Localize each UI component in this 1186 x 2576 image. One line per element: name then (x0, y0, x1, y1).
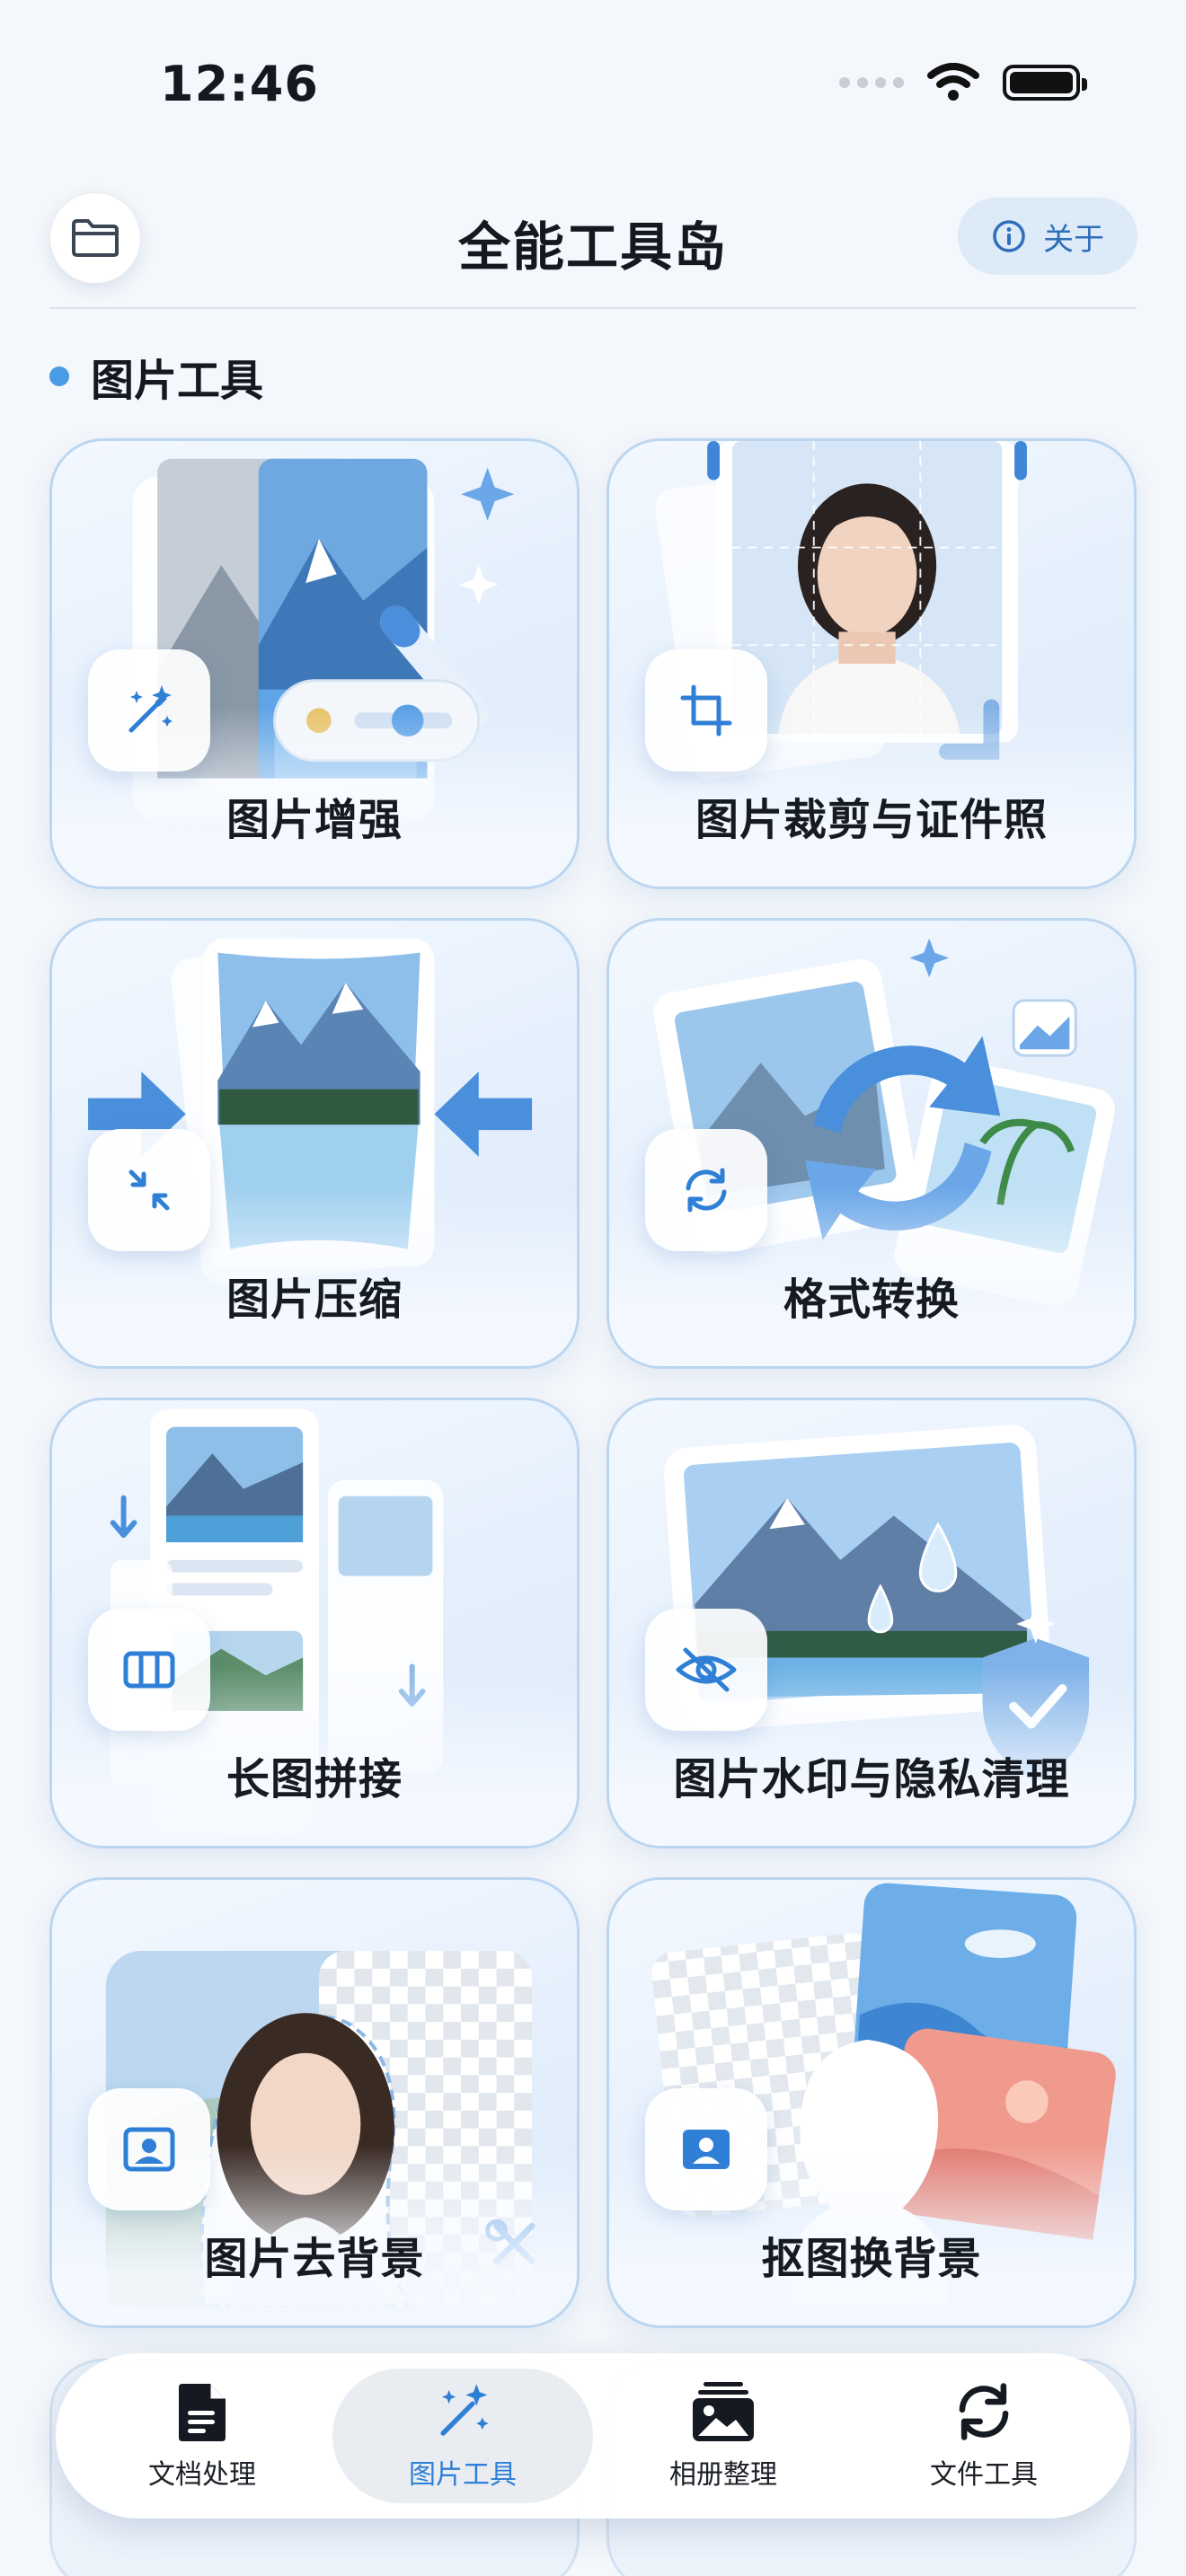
tool-label: 图片增强 (226, 795, 403, 845)
tab-label: 图片工具 (409, 2459, 517, 2491)
section-title: 图片工具 (91, 356, 264, 406)
about-label: 关于 (1043, 221, 1104, 258)
tool-label: 抠图换背景 (761, 2234, 982, 2284)
compress-arrows-icon (128, 1169, 170, 1211)
section-header: 图片工具 (49, 345, 263, 408)
tool-grid: 图片增强 图片裁剪与证件照 图片压缩 格式转换 长图拼接 图片水印与隐私清理 图… (49, 438, 1137, 2328)
tab-label: 文件工具 (930, 2459, 1038, 2491)
tool-card-remove-background[interactable]: 图片去背景 (49, 1877, 580, 2328)
eye-off-icon (676, 1647, 737, 1692)
tool-icon-badge (645, 1129, 767, 1251)
tool-icon-badge (88, 1609, 210, 1731)
info-icon (993, 220, 1025, 252)
tool-card-cutout-replace-background[interactable]: 抠图换背景 (606, 1877, 1137, 2328)
tool-label: 图片去背景 (204, 2234, 425, 2284)
tool-label: 图片水印与隐私清理 (673, 1754, 1070, 1804)
portrait-frame-icon (123, 2127, 175, 2172)
cellular-icon (839, 77, 904, 88)
tool-label: 图片压缩 (226, 1275, 403, 1325)
tool-card-format-convert[interactable]: 格式转换 (606, 918, 1137, 1369)
magic-wand-icon (440, 2384, 489, 2436)
tool-icon-badge (88, 2088, 210, 2210)
tool-icon-badge (645, 1609, 767, 1731)
tool-card-watermark-privacy[interactable]: 图片水印与隐私清理 (606, 1398, 1137, 1848)
tab-document-processing[interactable]: 文档处理 (72, 2369, 332, 2503)
person-badge-icon (683, 2130, 730, 2169)
bottom-tab-bar: 文档处理 图片工具 相册整理 文件工具 (56, 2353, 1130, 2519)
about-button[interactable]: 关于 (958, 198, 1137, 275)
wifi-icon (927, 63, 979, 101)
tool-card-compress[interactable]: 图片压缩 (49, 918, 580, 1369)
tab-label: 文档处理 (148, 2459, 256, 2491)
status-icons (839, 63, 1087, 102)
tool-icon-badge (88, 649, 210, 772)
tool-label: 格式转换 (783, 1275, 960, 1325)
tool-card-enhance[interactable]: 图片增强 (49, 438, 580, 889)
tab-image-tools[interactable]: 图片工具 (332, 2369, 593, 2503)
refresh-icon (686, 1168, 727, 1213)
status-time: 12:46 (160, 56, 319, 112)
header-divider (49, 307, 1137, 309)
document-icon (179, 2384, 226, 2441)
tool-icon-badge (645, 649, 767, 772)
tool-icon-badge (88, 1129, 210, 1251)
columns-icon (123, 1651, 175, 1689)
tab-album-organize[interactable]: 相册整理 (593, 2369, 854, 2503)
sync-icon (959, 2383, 1009, 2440)
section-dot (49, 366, 69, 386)
battery-icon (1003, 65, 1087, 101)
tab-label: 相册整理 (669, 2459, 777, 2491)
crop-icon (680, 684, 732, 737)
tool-card-long-image-stitch[interactable]: 长图拼接 (49, 1398, 580, 1848)
magic-wand-icon (128, 685, 173, 733)
tool-card-crop-id-photo[interactable]: 图片裁剪与证件照 (606, 438, 1137, 889)
tool-icon-badge (645, 2088, 767, 2210)
tab-file-tools[interactable]: 文件工具 (854, 2369, 1114, 2503)
tool-label: 图片裁剪与证件照 (695, 795, 1048, 845)
tool-label: 长图拼接 (226, 1754, 403, 1804)
photo-stack-icon (693, 2382, 754, 2441)
